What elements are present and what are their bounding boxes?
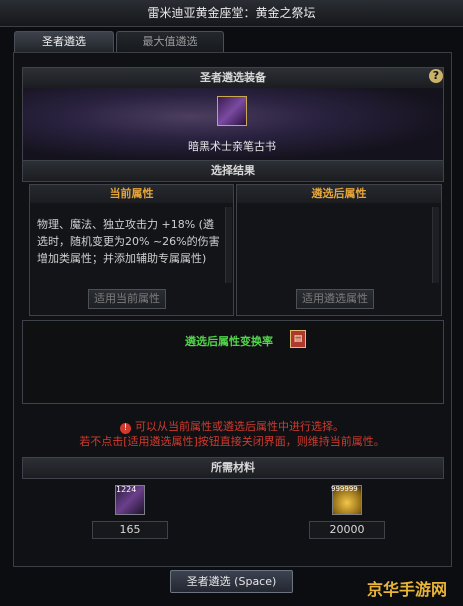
- equipment-section-header: 圣者遴选装备: [22, 67, 444, 89]
- materials-section-header: 所需材料: [22, 457, 444, 479]
- current-scrollbar[interactable]: [225, 207, 232, 283]
- apply-selected-button[interactable]: 适用遴选属性: [296, 289, 374, 309]
- current-attribute-text: 物理、魔法、独立攻击力 +18% (遴选时，随机变更为20% ~26%的伤害增加…: [37, 218, 220, 265]
- rate-label: 遴选后属性变换率: [185, 335, 273, 348]
- material-1-badge: 1224: [116, 485, 137, 494]
- material-1-count: 165: [92, 521, 168, 539]
- warning-line-1: ! 可以从当前属性或遴选后属性中进行选择。: [22, 418, 442, 434]
- saint-select-button[interactable]: 圣者遴选 (Space): [170, 570, 293, 593]
- apply-current-button[interactable]: 适用当前属性: [88, 289, 166, 309]
- material-2-count: 20000: [309, 521, 385, 539]
- tab-saint-selection[interactable]: 圣者遴选: [14, 31, 114, 52]
- tab-max-selection[interactable]: 最大值遴选: [116, 31, 224, 52]
- equipment-name: 暗黑术士亲笔古书: [188, 140, 276, 153]
- warning-text-1: 可以从当前属性或遴选后属性中进行选择。: [135, 420, 344, 433]
- after-attribute-title: 遴选后属性: [237, 185, 441, 203]
- watermark-logo: 京华手游网: [367, 580, 448, 599]
- rate-book-icon[interactable]: ▤: [290, 330, 306, 348]
- warning-line-2: 若不点击[适用遴选属性]按钮直接关闭界面，则维持当前属性。: [79, 435, 385, 448]
- window-title: 雷米迪亚黄金座堂：黄金之祭坛: [0, 0, 463, 27]
- help-icon[interactable]: ?: [429, 69, 443, 83]
- material-2-badge: 999999: [331, 485, 358, 493]
- result-section-header: 选择结果: [22, 160, 444, 182]
- purple-tome-icon[interactable]: [217, 96, 247, 126]
- after-scrollbar[interactable]: [432, 207, 439, 283]
- current-attribute-title: 当前属性: [30, 185, 233, 203]
